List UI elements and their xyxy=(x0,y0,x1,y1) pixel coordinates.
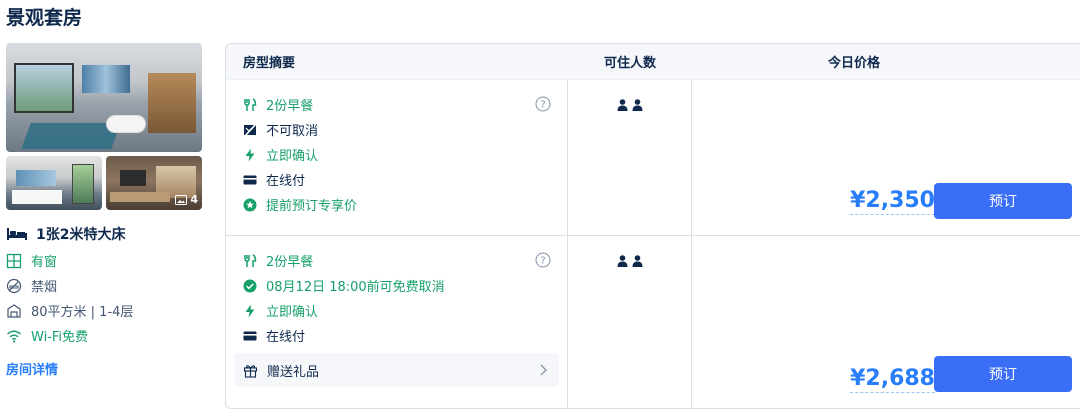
header-guests: 可住人数 xyxy=(603,56,656,71)
feature-no-cancel: 不可取消 xyxy=(243,117,567,142)
window-icon xyxy=(6,253,22,268)
wifi-icon xyxy=(7,330,21,343)
room-info-panel: 4 1张2米特大床 有窗 禁烟 80平方米 | 1-4层 Wi-Fi免费 房间详… xyxy=(6,43,202,378)
rate-row: ? 2份早餐 08月12日 18:00前可免费取消 立即确认 在线付 赠送礼品 xyxy=(226,236,1080,408)
amenity-window: 有窗 xyxy=(6,248,202,273)
breakfast-icon xyxy=(244,253,257,267)
person-icon xyxy=(617,255,627,267)
area-icon xyxy=(7,303,21,318)
help-icon[interactable]: ? xyxy=(535,96,551,112)
rate-summary: ? 2份早餐 不可取消 立即确认 在线付 提前预订专享价 xyxy=(226,80,568,235)
book-button[interactable]: 预订 xyxy=(934,356,1072,392)
rate-price-cell: ¥2,688 预订 xyxy=(692,236,1080,408)
rate-row: ? 2份早餐 不可取消 立即确认 在线付 提前预订专享价 ¥2,350 预订 xyxy=(226,80,1080,236)
no-smoking-icon xyxy=(6,278,22,293)
image-icon xyxy=(175,194,188,205)
card-icon xyxy=(243,331,257,340)
rate-table-header: 房型摘要 可住人数 今日价格 xyxy=(226,44,1080,80)
no-cancel-icon xyxy=(244,122,257,137)
book-button[interactable]: 预订 xyxy=(934,183,1072,219)
photo-count: 4 xyxy=(190,193,198,206)
feature-breakfast: 2份早餐 xyxy=(243,248,567,273)
room-main-photo[interactable] xyxy=(6,43,202,152)
bed-icon xyxy=(7,228,27,240)
rate-summary: ? 2份早餐 08月12日 18:00前可免费取消 立即确认 在线付 赠送礼品 xyxy=(226,236,568,408)
bed-type: 1张2米特大床 xyxy=(6,224,202,244)
person-icon xyxy=(632,99,642,111)
breakfast-icon xyxy=(244,97,257,111)
room-thumbnail[interactable]: 4 xyxy=(106,156,202,210)
star-badge-icon xyxy=(243,198,257,211)
gift-row[interactable]: 赠送礼品 xyxy=(234,353,559,387)
card-icon xyxy=(243,175,257,184)
price[interactable]: ¥2,350 xyxy=(850,188,935,215)
lightning-icon xyxy=(245,304,255,317)
rate-table: 房型摘要 可住人数 今日价格 ? 2份早餐 不可取消 立即确认 在线付 提前预订… xyxy=(225,43,1080,409)
svg-text:?: ? xyxy=(540,256,545,267)
feature-early-booking: 提前预订专享价 xyxy=(243,192,567,217)
feature-pay-online: 在线付 xyxy=(243,323,567,348)
guest-capacity xyxy=(568,236,692,408)
guest-capacity xyxy=(568,80,692,235)
amenity-area: 80平方米 | 1-4层 xyxy=(6,298,202,323)
bed-label: 1张2米特大床 xyxy=(36,227,126,243)
feature-breakfast: 2份早餐 xyxy=(243,92,567,117)
feature-free-cancel: 08月12日 18:00前可免费取消 xyxy=(243,273,567,298)
rate-price-cell: ¥2,350 预订 xyxy=(692,80,1080,235)
feature-instant-confirm: 立即确认 xyxy=(243,298,567,323)
price[interactable]: ¥2,688 xyxy=(850,366,935,393)
photo-count-badge[interactable]: 4 xyxy=(175,193,198,206)
room-title: 景观套房 xyxy=(6,7,83,29)
help-icon[interactable]: ? xyxy=(535,252,551,268)
amenity-wifi: Wi-Fi免费 xyxy=(6,323,202,348)
room-thumbnail[interactable] xyxy=(6,156,102,210)
gift-icon xyxy=(243,364,258,378)
chevron-right-icon xyxy=(540,364,547,376)
room-detail-link[interactable]: 房间详情 xyxy=(6,359,202,378)
svg-text:?: ? xyxy=(540,100,545,111)
feature-instant-confirm: 立即确认 xyxy=(243,142,567,167)
header-price: 今日价格 xyxy=(827,56,880,71)
lightning-icon xyxy=(245,148,255,161)
check-circle-icon xyxy=(243,279,257,292)
person-icon xyxy=(617,99,627,111)
amenity-no-smoking: 禁烟 xyxy=(6,273,202,298)
feature-pay-online: 在线付 xyxy=(243,167,567,192)
person-icon xyxy=(632,255,642,267)
header-summary: 房型摘要 xyxy=(243,56,296,71)
